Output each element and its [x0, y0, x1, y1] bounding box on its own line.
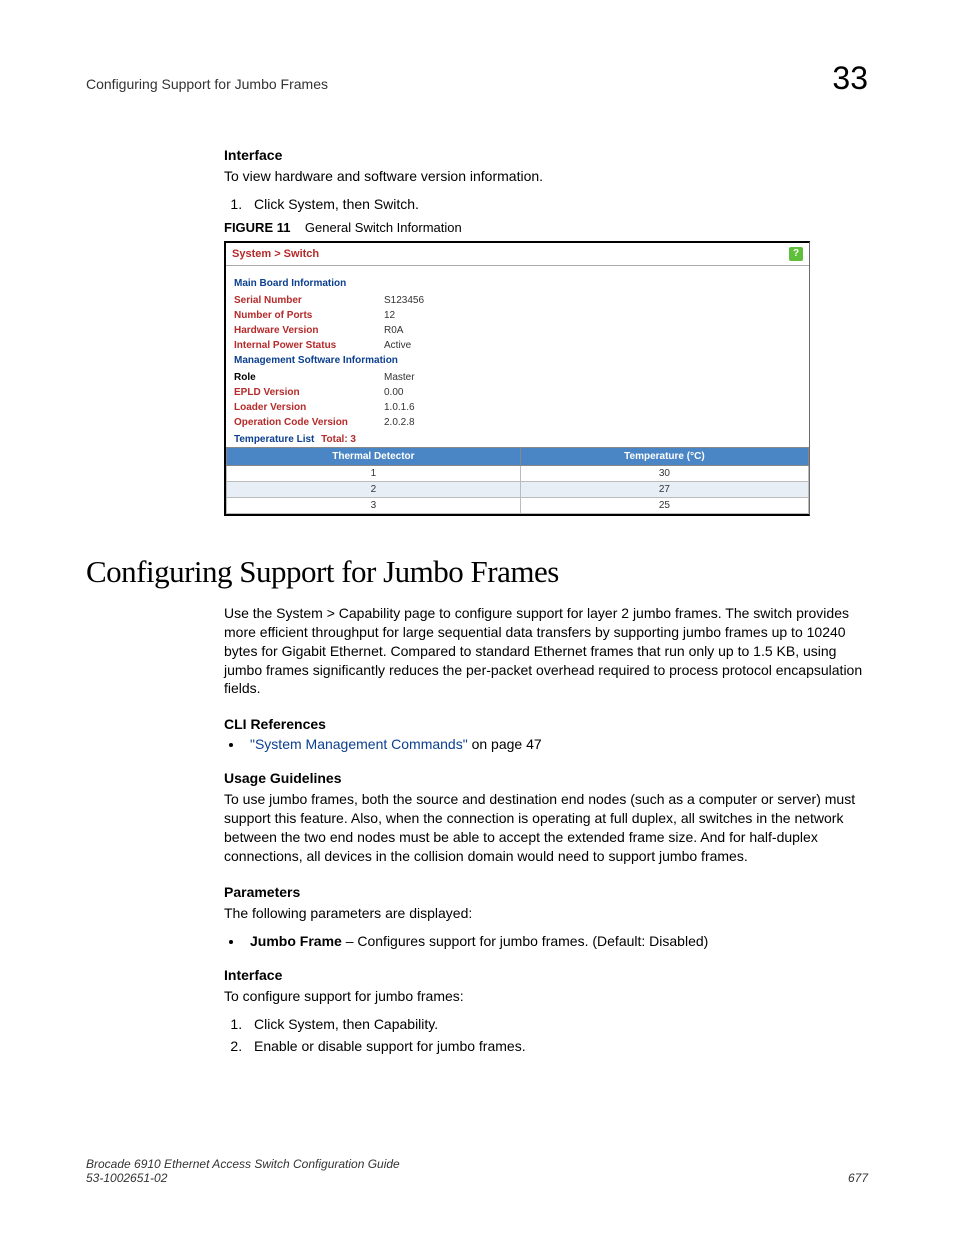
figure-number: FIGURE 11 [224, 220, 290, 235]
mgmt-title: Management Software Information [234, 355, 801, 366]
chapter-number: 33 [832, 60, 868, 97]
params-intro: The following parameters are displayed: [224, 904, 868, 923]
row-num-ports: Number of Ports 12 [234, 310, 801, 321]
value-loader: 1.0.1.6 [384, 402, 415, 413]
interface-text: To view hardware and software version in… [224, 167, 868, 186]
label-hw-version: Hardware Version [234, 325, 384, 336]
value-num-ports: 12 [384, 310, 395, 321]
row-loader: Loader Version 1.0.1.6 [234, 402, 801, 413]
cli-link-suffix: on page 47 [468, 736, 542, 752]
step-list-2: Click System, then Capability. Enable or… [224, 1016, 868, 1054]
usage-heading: Usage Guidelines [224, 770, 868, 786]
value-role: Master [384, 372, 415, 383]
value-hw-version: R0A [384, 325, 403, 336]
cli-list: "System Management Commands" on page 47 [224, 736, 868, 752]
help-icon[interactable]: ? [789, 247, 803, 261]
cell-temp-3: 25 [520, 497, 808, 513]
th-thermal-detector: Thermal Detector [227, 447, 521, 465]
footer-doc-number: 53-1002651-02 [86, 1171, 400, 1185]
cli-link[interactable]: "System Management Commands" [250, 736, 468, 752]
label-serial-number: Serial Number [234, 295, 384, 306]
main-board-title: Main Board Information [234, 278, 801, 289]
cell-temp-1: 30 [520, 465, 808, 481]
cell-detector-1: 1 [227, 465, 521, 481]
param-item: Jumbo Frame – Configures support for jum… [244, 933, 868, 949]
step-list-1: Click System, then Switch. [224, 196, 868, 212]
cell-temp-2: 27 [520, 481, 808, 497]
footer: Brocade 6910 Ethernet Access Switch Conf… [86, 1157, 868, 1185]
step-2-1: Click System, then Capability. [246, 1016, 868, 1032]
row-role: Role Master [234, 372, 801, 383]
table-row: 3 25 [227, 497, 809, 513]
row-hw-version: Hardware Version R0A [234, 325, 801, 336]
section-heading-jumbo: Configuring Support for Jumbo Frames [86, 554, 868, 590]
value-serial-number: S123456 [384, 295, 424, 306]
label-loader: Loader Version [234, 402, 384, 413]
figure-general-switch-info: System > Switch ? Main Board Information… [224, 241, 810, 516]
params-heading: Parameters [224, 884, 868, 900]
row-opcode: Operation Code Version 2.0.2.8 [234, 417, 801, 428]
figure-breadcrumb: System > Switch [232, 248, 319, 260]
step-1: Click System, then Switch. [246, 196, 868, 212]
running-title: Configuring Support for Jumbo Frames [86, 76, 328, 92]
table-row: 1 30 [227, 465, 809, 481]
param-desc: – Configures support for jumbo frames. (… [342, 933, 709, 949]
label-opcode: Operation Code Version [234, 417, 384, 428]
temperature-table: Thermal Detector Temperature (°C) 1 30 2… [226, 447, 809, 514]
footer-guide-title: Brocade 6910 Ethernet Access Switch Conf… [86, 1157, 400, 1171]
interface-text-2: To configure support for jumbo frames: [224, 987, 868, 1006]
params-list: Jumbo Frame – Configures support for jum… [224, 933, 868, 949]
figure-label: FIGURE 11 General Switch Information [224, 220, 868, 235]
cli-item: "System Management Commands" on page 47 [244, 736, 868, 752]
value-opcode: 2.0.2.8 [384, 417, 415, 428]
interface-heading-2: Interface [224, 967, 868, 983]
footer-left: Brocade 6910 Ethernet Access Switch Conf… [86, 1157, 400, 1185]
value-power-status: Active [384, 340, 411, 351]
step-2-2: Enable or disable support for jumbo fram… [246, 1038, 868, 1054]
row-power-status: Internal Power Status Active [234, 340, 801, 351]
label-power-status: Internal Power Status [234, 340, 384, 351]
th-temperature: Temperature (°C) [520, 447, 808, 465]
temp-total: Total: 3 [321, 434, 356, 445]
cell-detector-2: 2 [227, 481, 521, 497]
cli-heading: CLI References [224, 716, 868, 732]
row-epld: EPLD Version 0.00 [234, 387, 801, 398]
temp-list-line: Temperature List Total: 3 [234, 434, 801, 445]
running-header: Configuring Support for Jumbo Frames 33 [86, 60, 868, 97]
jumbo-intro: Use the System > Capability page to conf… [224, 604, 868, 698]
figure-title-bar: System > Switch ? [226, 243, 809, 266]
value-epld: 0.00 [384, 387, 403, 398]
label-num-ports: Number of Ports [234, 310, 384, 321]
param-name: Jumbo Frame [250, 933, 342, 949]
row-serial-number: Serial Number S123456 [234, 295, 801, 306]
interface-heading: Interface [224, 147, 868, 163]
footer-page-number: 677 [848, 1171, 868, 1185]
usage-text: To use jumbo frames, both the source and… [224, 790, 868, 866]
table-row: 2 27 [227, 481, 809, 497]
label-role: Role [234, 372, 384, 383]
cell-detector-3: 3 [227, 497, 521, 513]
temp-list-label: Temperature List [234, 434, 314, 445]
figure-caption: General Switch Information [305, 220, 462, 235]
label-epld: EPLD Version [234, 387, 384, 398]
